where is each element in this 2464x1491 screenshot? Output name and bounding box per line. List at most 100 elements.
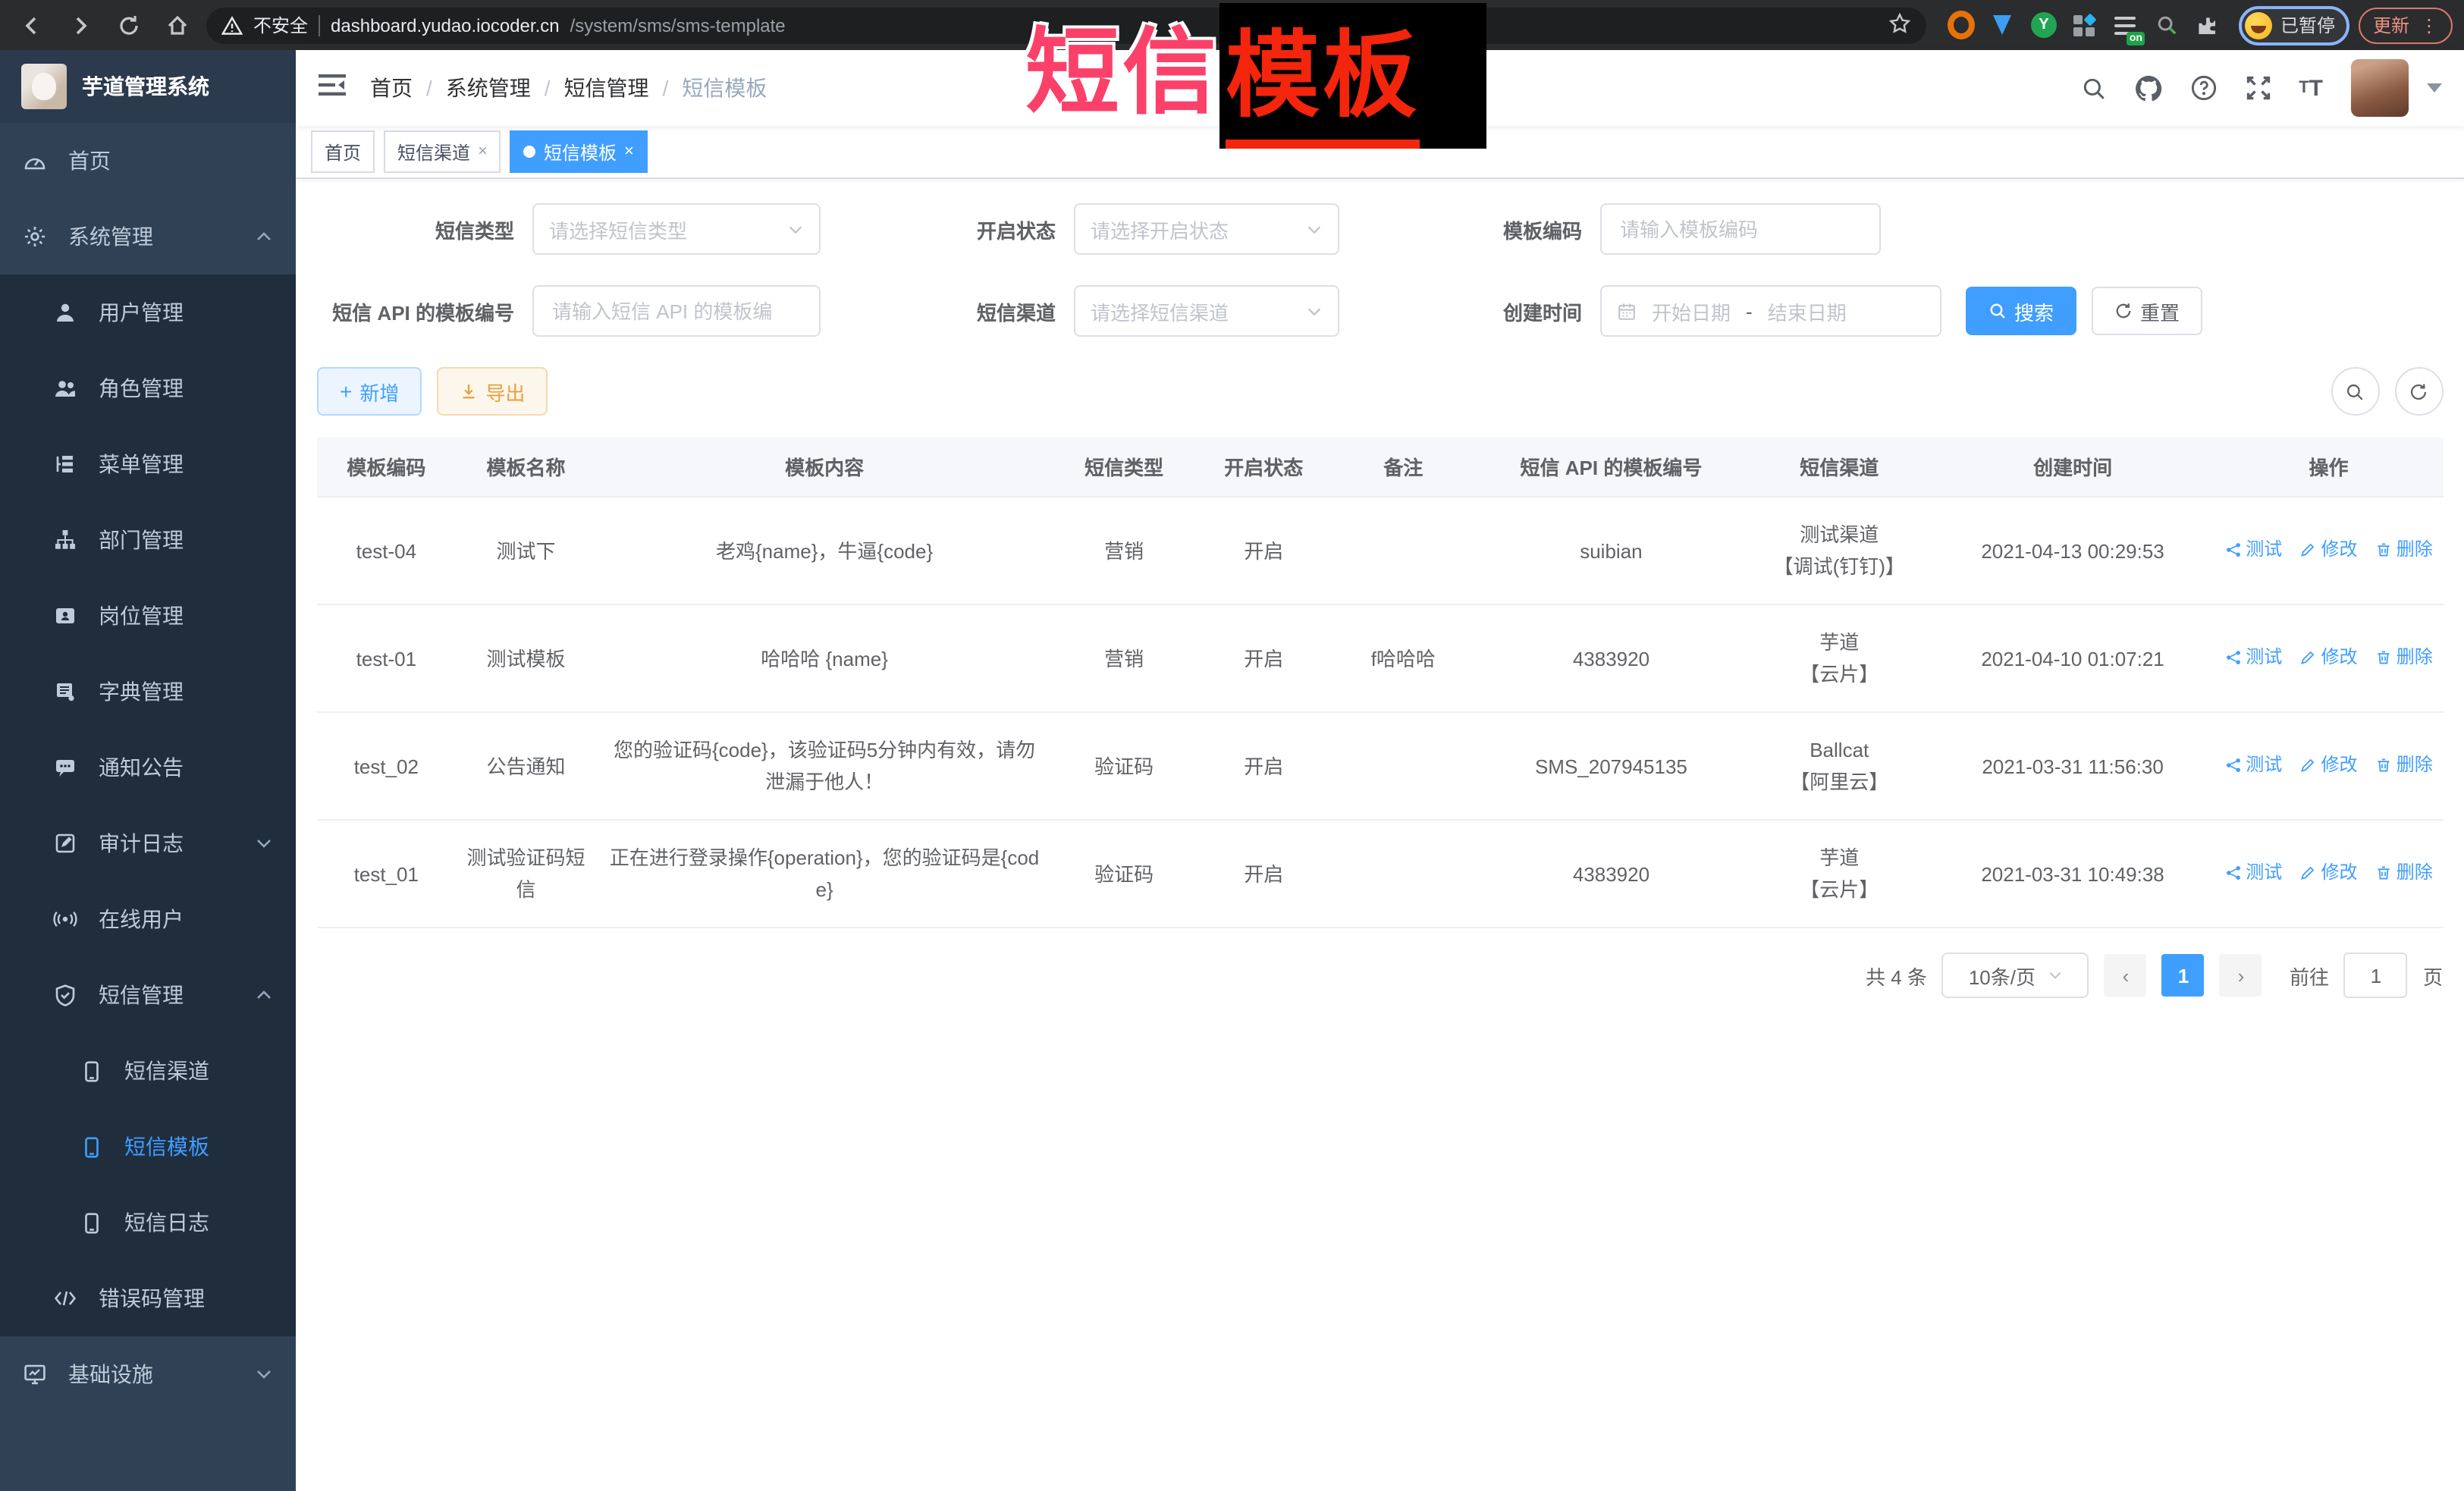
goto-page-input[interactable] bbox=[2344, 953, 2408, 998]
tab-sms-channel[interactable]: 短信渠道× bbox=[384, 130, 501, 173]
table-row: test-04测试下 老鸡{name}，牛逼{code}营销 开启 suibia… bbox=[317, 497, 2443, 604]
app-logo-row[interactable]: 芋道管理系统 bbox=[0, 50, 296, 123]
edit-link[interactable]: 修改 bbox=[2300, 534, 2358, 566]
reset-button[interactable]: 重置 bbox=[2092, 287, 2202, 335]
user-avatar[interactable] bbox=[2350, 59, 2408, 117]
page-size-select[interactable]: 10条/页 bbox=[1942, 953, 2089, 998]
delete-link[interactable]: 删除 bbox=[2375, 642, 2433, 673]
sidebar-item-error-codes[interactable]: 错误码管理 bbox=[0, 1260, 296, 1336]
tab-home[interactable]: 首页 bbox=[311, 130, 375, 173]
test-link[interactable]: 测试 bbox=[2224, 642, 2282, 673]
header-search-icon[interactable] bbox=[2080, 75, 2106, 101]
sidebar-item-home[interactable]: 首页 bbox=[0, 123, 296, 199]
sidebar-item-online-users[interactable]: 在线用户 bbox=[0, 881, 296, 957]
test-link[interactable]: 测试 bbox=[2224, 857, 2282, 889]
breadcrumb-system[interactable]: 系统管理 bbox=[446, 73, 531, 103]
extension-pin-icon[interactable] bbox=[1989, 11, 2017, 39]
page-content: 短信类型 请选择短信类型 开启状态 请选择开启状态 bbox=[296, 179, 2464, 1491]
chevron-down-icon bbox=[2048, 968, 2063, 983]
help-icon[interactable] bbox=[2189, 74, 2217, 102]
sidebar-item-users[interactable]: 用户管理 bbox=[0, 275, 296, 350]
sidebar-item-roles[interactable]: 角色管理 bbox=[0, 350, 296, 426]
sidebar-item-audit-log[interactable]: 审计日志 bbox=[0, 805, 296, 881]
sidebar-item-notices[interactable]: 通知公告 bbox=[0, 730, 296, 805]
browser-profile-button[interactable]: 已暂停 bbox=[2240, 5, 2350, 45]
sidebar-item-sms-template[interactable]: 短信模板 bbox=[0, 1109, 296, 1185]
url-bar[interactable]: 不安全 dashboard.yudao.iocoder.cn/system/sm… bbox=[206, 7, 1927, 43]
extension-orange-icon[interactable] bbox=[1948, 11, 1976, 39]
trash-icon bbox=[2375, 865, 2392, 881]
sidebar-item-sms[interactable]: 短信管理 bbox=[0, 957, 296, 1033]
sidebar-item-sms-channel[interactable]: 短信渠道 bbox=[0, 1033, 296, 1109]
page-1-button[interactable]: 1 bbox=[2162, 954, 2205, 997]
reload-icon[interactable] bbox=[109, 5, 149, 45]
delete-link[interactable]: 删除 bbox=[2375, 534, 2433, 566]
close-icon[interactable]: × bbox=[624, 143, 634, 161]
menu-tree-icon bbox=[53, 452, 77, 476]
search-button[interactable]: 搜索 bbox=[1966, 287, 2076, 335]
edit-link[interactable]: 修改 bbox=[2300, 642, 2358, 673]
code-icon bbox=[53, 1286, 77, 1311]
test-link[interactable]: 测试 bbox=[2224, 749, 2282, 781]
date-range-picker[interactable]: 开始日期 - 结束日期 bbox=[1600, 285, 1941, 337]
extension-y-icon[interactable]: Y bbox=[2030, 11, 2058, 39]
edit-icon bbox=[2300, 649, 2317, 666]
close-icon[interactable]: × bbox=[478, 143, 488, 161]
template-code-label: 模板编码 bbox=[1430, 215, 1600, 243]
breadcrumb-home[interactable]: 首页 bbox=[370, 73, 413, 103]
sms-type-select[interactable]: 请选择短信类型 bbox=[532, 203, 821, 255]
extension-search-icon[interactable] bbox=[2153, 11, 2180, 39]
extension-list-icon[interactable]: on bbox=[2112, 11, 2139, 39]
browser-menu-icon[interactable]: ⋮ bbox=[2420, 16, 2438, 34]
tab-sms-template[interactable]: 短信模板× bbox=[510, 130, 648, 173]
tags-view: 首页 短信渠道× 短信模板× bbox=[296, 126, 2464, 179]
create-time-label: 创建时间 bbox=[1430, 297, 1600, 325]
screen: 不安全 dashboard.yudao.iocoder.cn/system/sm… bbox=[0, 0, 2464, 1491]
export-button[interactable]: 导出 bbox=[437, 367, 548, 416]
api-template-id-input-wrap bbox=[532, 285, 821, 337]
sidebar-item-infrastructure[interactable]: 基础设施 bbox=[0, 1336, 296, 1412]
home-icon[interactable] bbox=[158, 5, 197, 45]
sidebar-item-menus[interactable]: 菜单管理 bbox=[0, 426, 296, 502]
sidebar-toggle-icon[interactable] bbox=[319, 72, 346, 104]
add-button[interactable]: + 新增 bbox=[317, 367, 422, 416]
table-row: test-01测试模板 哈哈哈 {name}营销 开启f哈哈哈 4383920 … bbox=[317, 604, 2443, 712]
back-icon[interactable] bbox=[12, 5, 52, 45]
total-count: 共 4 条 bbox=[1866, 961, 1927, 990]
edit-icon bbox=[2300, 865, 2317, 881]
log-edit-icon bbox=[53, 831, 77, 855]
github-icon[interactable] bbox=[2133, 74, 2162, 102]
template-code-input[interactable] bbox=[1617, 216, 1864, 242]
fullscreen-icon[interactable] bbox=[2244, 74, 2271, 102]
refresh-table-button[interactable] bbox=[2394, 367, 2443, 416]
edit-link[interactable]: 修改 bbox=[2300, 749, 2358, 781]
sidebar-menu: 首页 系统管理 用户管理 角色管理 菜单管理 bbox=[0, 123, 296, 1491]
edit-link[interactable]: 修改 bbox=[2300, 857, 2358, 889]
extensions-puzzle-icon[interactable] bbox=[2194, 11, 2221, 39]
channel-select[interactable]: 请选择短信渠道 bbox=[1074, 285, 1339, 337]
sidebar-item-departments[interactable]: 部门管理 bbox=[0, 502, 296, 578]
sidebar-item-posts[interactable]: 岗位管理 bbox=[0, 578, 296, 654]
sidebar-item-sms-log[interactable]: 短信日志 bbox=[0, 1185, 296, 1260]
delete-link[interactable]: 删除 bbox=[2375, 857, 2433, 889]
bookmark-star-icon[interactable] bbox=[1889, 11, 1912, 39]
browser-update-button[interactable]: 更新 ⋮ bbox=[2359, 7, 2452, 43]
status-select[interactable]: 请选择开启状态 bbox=[1074, 203, 1339, 255]
app-logo bbox=[21, 64, 67, 109]
breadcrumb-sms[interactable]: 短信管理 bbox=[564, 73, 649, 103]
forward-icon[interactable] bbox=[61, 5, 100, 45]
extension-grid-icon[interactable] bbox=[2071, 11, 2098, 39]
sidebar-item-dict[interactable]: 字典管理 bbox=[0, 654, 296, 730]
refresh-icon bbox=[2114, 302, 2133, 320]
users-icon bbox=[53, 376, 77, 400]
test-link[interactable]: 测试 bbox=[2224, 534, 2282, 566]
sidebar-item-system[interactable]: 系统管理 bbox=[0, 199, 296, 275]
delete-link[interactable]: 删除 bbox=[2375, 749, 2433, 781]
api-template-id-input[interactable] bbox=[549, 298, 804, 324]
prev-page-button[interactable]: ‹ bbox=[2105, 954, 2147, 997]
next-page-button[interactable]: › bbox=[2220, 954, 2262, 997]
font-size-icon[interactable]: TT bbox=[2299, 75, 2323, 101]
divider bbox=[319, 14, 320, 36]
avatar-caret-icon[interactable] bbox=[2426, 83, 2441, 93]
toggle-search-button[interactable] bbox=[2331, 367, 2379, 416]
